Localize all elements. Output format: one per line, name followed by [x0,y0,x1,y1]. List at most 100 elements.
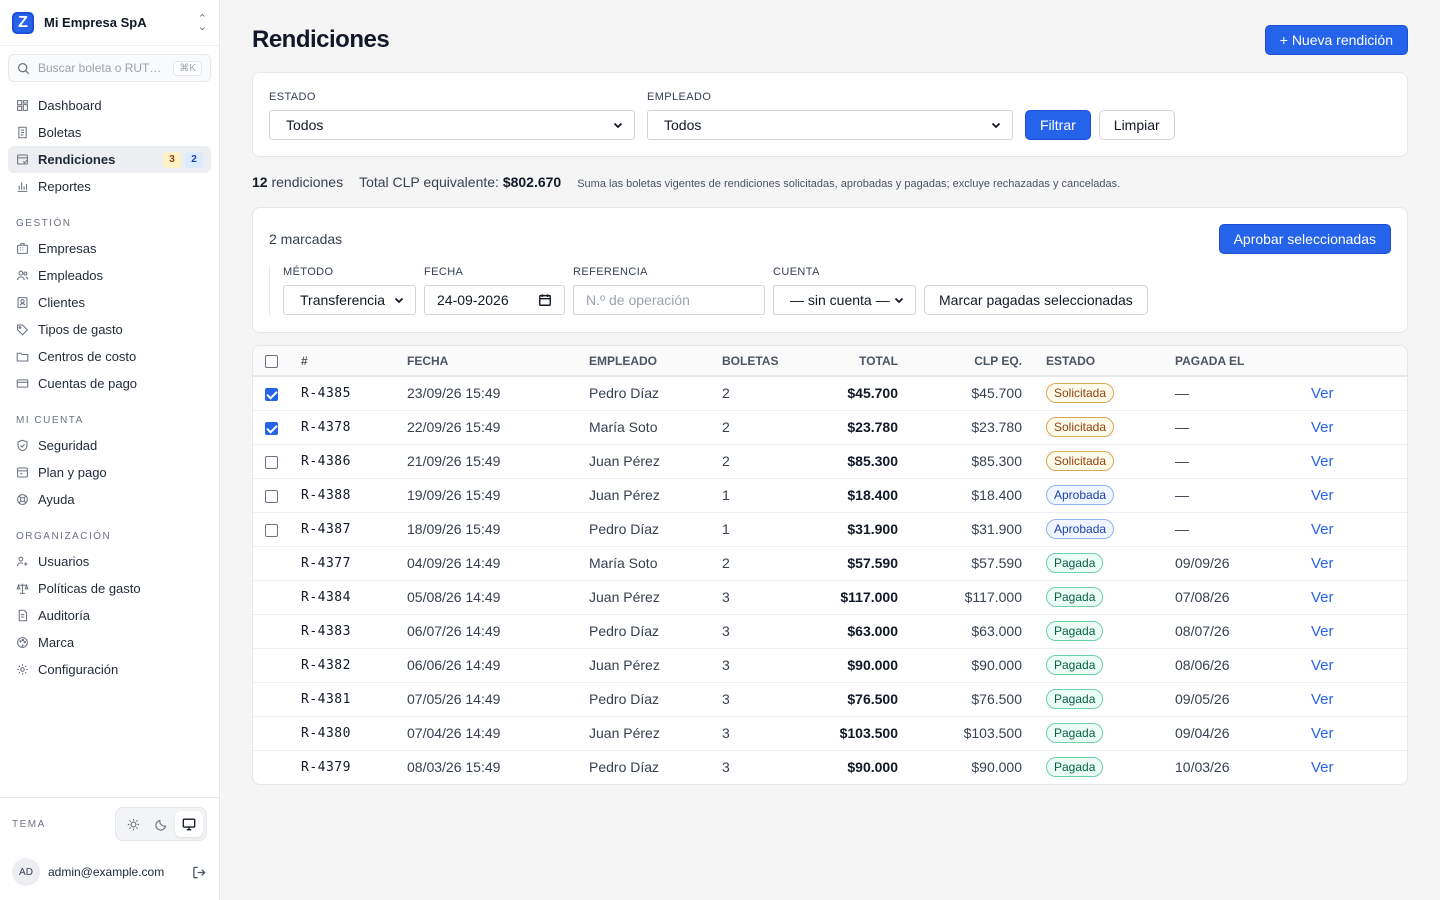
row-id: R-4380 [293,716,399,751]
sidebar-item-politicas-de-gasto[interactable]: Políticas de gasto [8,575,211,602]
row-clp: $76.500 [906,682,1030,717]
row-boletas: 3 [714,716,809,751]
chevron-down-icon [991,122,1001,129]
section-title-gestion: GESTIÓN [16,218,72,229]
metodo-select[interactable]: Transferencia [283,285,416,315]
view-link[interactable]: Ver [1311,521,1334,538]
view-link[interactable]: Ver [1311,725,1334,742]
empleado-select[interactable]: Todos [647,110,1013,140]
sidebar-item-centros-de-costo[interactable]: Centros de costo [8,343,211,370]
sidebar-item-empleados[interactable]: Empleados [8,262,211,289]
view-link[interactable]: Ver [1311,759,1334,776]
row-total: $103.500 [809,716,906,751]
row-boletas: 2 [714,410,809,445]
row-checkbox[interactable] [265,388,278,402]
sidebar-item-marca[interactable]: Marca [8,629,211,656]
dashboard-icon [17,100,28,111]
status-badge: Pagada [1046,621,1104,641]
politicas-de-gasto-icon [16,583,29,594]
row-total: $85.300 [809,444,906,479]
clear-button[interactable]: Limpiar [1098,110,1175,140]
sidebar-item-empresas[interactable]: Empresas [8,235,211,262]
row-checkbox[interactable] [265,455,278,469]
sidebar-item-label: Empresas [38,241,97,256]
row-empleado: Juan Pérez [581,478,714,513]
theme-system-button[interactable] [175,811,203,837]
header-boletas: BOLETAS [714,346,809,377]
theme-dark-button[interactable] [147,811,175,837]
view-link[interactable]: Ver [1311,453,1334,470]
logout-icon[interactable] [192,865,207,880]
row-clp: $85.300 [906,444,1030,479]
theme-light-button[interactable] [119,811,147,837]
fecha-value: 24-09-2026 [437,292,509,308]
cuenta-select[interactable]: — sin cuenta — [773,285,916,315]
sidebar-item-configuracion[interactable]: Configuración [8,656,211,683]
sidebar-item-label: Plan y pago [38,465,107,480]
company-switcher[interactable]: Z Mi Empresa SpA ⌃ ⌄ [0,0,219,46]
status-badge: Aprobada [1046,519,1115,539]
sidebar-item-tipos-de-gasto[interactable]: Tipos de gasto [8,316,211,343]
estado-value: Todos [286,117,324,133]
row-fecha: 23/09/26 15:49 [399,376,581,411]
row-fecha: 07/05/26 14:49 [399,682,581,717]
select-all-checkbox[interactable] [265,354,278,368]
view-link[interactable]: Ver [1311,691,1334,708]
view-link[interactable]: Ver [1311,385,1334,402]
header-clp: CLP EQ. [906,346,1030,377]
chevron-up-down-icon: ⌃ ⌄ [197,12,207,33]
status-badge: Pagada [1046,723,1104,743]
row-total: $23.780 [809,410,906,445]
referencia-input[interactable]: N.º de operación [573,285,765,315]
view-link[interactable]: Ver [1311,419,1334,436]
sidebar-item-usuarios[interactable]: Usuarios [8,548,211,575]
row-pagada: — [1167,512,1297,547]
search-input[interactable]: Buscar boleta o RUT… ⌘K [8,54,211,82]
approve-selected-button[interactable]: Aprobar seleccionadas [1218,224,1391,254]
row-empleado: Pedro Díaz [581,682,714,717]
row-fecha: 06/06/26 14:49 [399,648,581,683]
row-checkbox[interactable] [265,421,278,435]
sidebar-item-cuentas-de-pago[interactable]: Cuentas de pago [8,370,211,397]
row-total: $76.500 [809,682,906,717]
view-link[interactable]: Ver [1311,555,1334,572]
row-empleado: Juan Pérez [581,444,714,479]
row-fecha: 22/09/26 15:49 [399,410,581,445]
sidebar-item-auditoria[interactable]: Auditoría [8,602,211,629]
view-link[interactable]: Ver [1311,589,1334,606]
view-link[interactable]: Ver [1311,657,1334,674]
sidebar-item-ayuda[interactable]: Ayuda [8,486,211,513]
view-link[interactable]: Ver [1311,623,1334,640]
sidebar-item-plan-y-pago[interactable]: Plan y pago [8,459,211,486]
sidebar-item-label: Boletas [38,125,82,140]
sidebar-item-dashboard[interactable]: Dashboard [8,92,211,119]
row-empleado: Pedro Díaz [581,376,714,411]
row-pagada: — [1167,478,1297,513]
sidebar-item-label: Ayuda [38,492,75,507]
calendar-icon[interactable] [538,293,552,307]
sidebar-item-reportes[interactable]: Reportes [8,173,211,200]
sidebar-item-label: Marca [38,635,75,650]
new-rendicion-button[interactable]: + Nueva rendición [1264,25,1408,55]
row-id: R-4386 [293,444,399,479]
usuarios-icon [16,556,28,567]
row-pagada: 09/05/26 [1167,682,1297,717]
mark-paid-selected-button[interactable]: Marcar pagadas seleccionadas [924,285,1148,315]
filter-button[interactable]: Filtrar [1025,110,1091,140]
row-checkbox[interactable] [265,523,278,537]
sidebar-item-boletas[interactable]: Boletas [8,119,211,146]
fecha-input[interactable]: 24-09-2026 [424,285,565,315]
row-fecha: 04/09/26 14:49 [399,546,581,581]
row-checkbox[interactable] [265,489,278,503]
sidebar-item-rendiciones[interactable]: Rendiciones 3 2 [8,146,211,173]
row-empleado: Pedro Díaz [581,512,714,547]
row-clp: $103.500 [906,716,1030,751]
row-fecha: 19/09/26 15:49 [399,478,581,513]
row-clp: $18.400 [906,478,1030,513]
estado-select[interactable]: Todos [269,110,635,140]
row-clp: $63.000 [906,614,1030,649]
sidebar-item-label: Reportes [38,179,91,194]
view-link[interactable]: Ver [1311,487,1334,504]
sidebar-item-seguridad[interactable]: Seguridad [8,432,211,459]
sidebar-item-clientes[interactable]: Clientes [8,289,211,316]
